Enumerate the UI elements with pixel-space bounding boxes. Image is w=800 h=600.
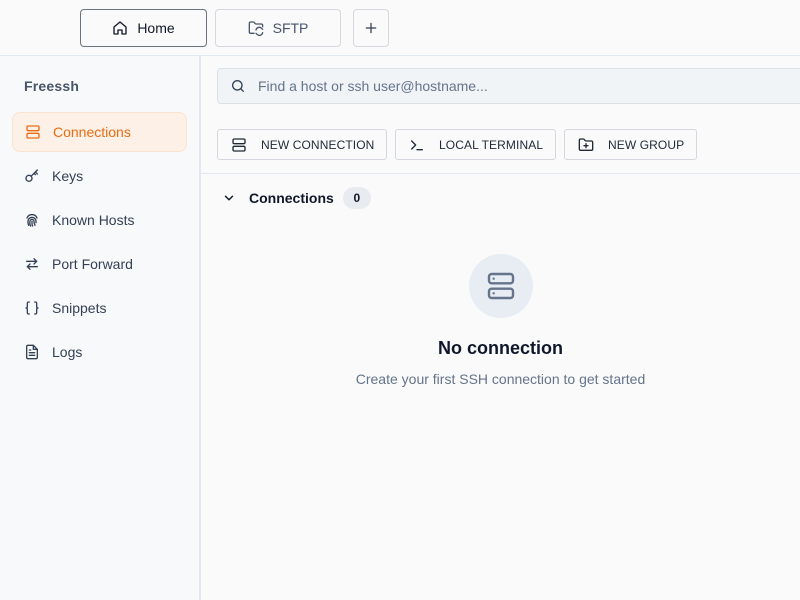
app-brand: Freessh — [24, 78, 80, 94]
tab-home-label: Home — [137, 20, 175, 36]
local-terminal-label: LOCAL TERMINAL — [439, 137, 544, 152]
sidebar-item-known-hosts[interactable]: Known Hosts — [12, 200, 187, 240]
new-group-label: NEW GROUP — [608, 137, 685, 152]
empty-state-subtitle: Create your first SSH connection to get … — [355, 371, 646, 387]
count-badge: 0 — [342, 187, 371, 209]
arrows-exchange-icon — [24, 256, 40, 272]
new-group-button[interactable]: NEW GROUP — [564, 129, 697, 160]
tab-home[interactable]: Home — [80, 9, 207, 47]
new-connection-label: NEW CONNECTION — [261, 137, 375, 152]
sidebar-item-label: Logs — [52, 344, 83, 360]
server-icon — [468, 254, 533, 318]
home-icon — [112, 20, 128, 36]
fingerprint-icon — [24, 212, 40, 228]
search-bar[interactable] — [217, 68, 800, 104]
folder-sync-icon — [248, 20, 264, 36]
sidebar-item-connections[interactable]: Connections — [12, 112, 187, 152]
search-icon — [230, 78, 246, 94]
group-title: Connections — [249, 190, 334, 206]
sidebar-item-logs[interactable]: Logs — [12, 332, 187, 372]
chevron-down-icon[interactable] — [217, 191, 241, 205]
sidebar-item-port-forward[interactable]: Port Forward — [12, 244, 187, 284]
key-icon — [24, 168, 40, 184]
add-tab-button[interactable] — [353, 9, 389, 47]
sidebar-item-keys[interactable]: Keys — [12, 156, 187, 196]
server-icon — [25, 124, 41, 140]
sidebar-item-label: Connections — [53, 124, 131, 140]
local-terminal-button[interactable]: LOCAL TERMINAL — [395, 129, 556, 160]
tab-sftp-label: SFTP — [272, 20, 309, 36]
sidebar-item-label: Port Forward — [52, 256, 133, 272]
terminal-icon — [409, 137, 425, 153]
plus-icon — [364, 21, 378, 35]
sidebar: Freessh Connections Keys Known Hosts Por… — [0, 56, 201, 600]
action-toolbar: NEW CONNECTION LOCAL TERMINAL NEW GROUP — [201, 116, 800, 174]
connections-group-header[interactable]: Connections 0 — [217, 186, 371, 210]
tab-sftp[interactable]: SFTP — [215, 9, 341, 47]
empty-state: No connection Create your first SSH conn… — [201, 254, 800, 387]
sidebar-item-snippets[interactable]: Snippets — [12, 288, 187, 328]
search-input[interactable] — [258, 78, 800, 94]
server-icon — [231, 137, 247, 153]
sidebar-item-label: Known Hosts — [52, 212, 135, 228]
sidebar-item-label: Keys — [52, 168, 84, 184]
folder-plus-icon — [578, 137, 594, 153]
file-text-icon — [24, 344, 40, 360]
empty-state-title: No connection — [438, 338, 563, 358]
sidebar-item-label: Snippets — [52, 300, 107, 316]
main-panel: NEW CONNECTION LOCAL TERMINAL NEW GROUP … — [201, 56, 800, 600]
new-connection-button[interactable]: NEW CONNECTION — [217, 129, 387, 160]
braces-icon — [24, 300, 40, 316]
tab-bar: Home SFTP — [0, 0, 800, 56]
